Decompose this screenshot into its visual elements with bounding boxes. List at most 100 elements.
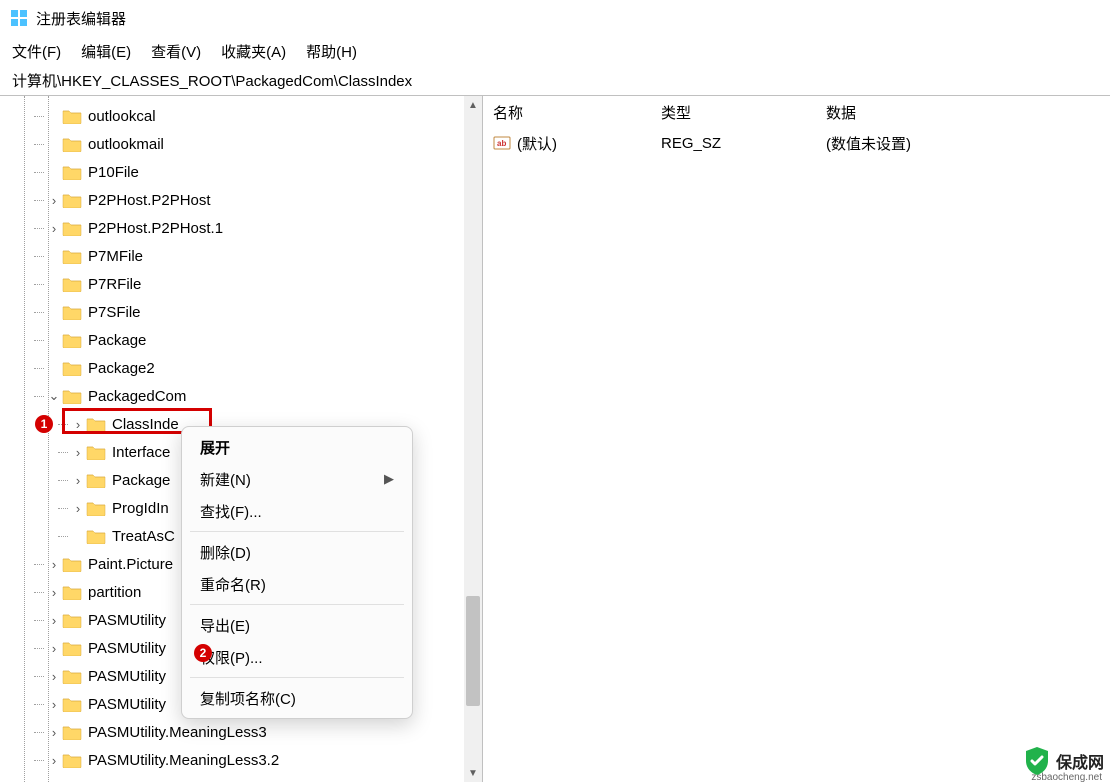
submenu-arrow-icon: ▶ xyxy=(384,471,394,487)
tree-item[interactable]: Package2 xyxy=(0,354,482,382)
tree-item[interactable]: outlookmail xyxy=(0,130,482,158)
watermark-brand: 保成网 xyxy=(1056,749,1104,773)
tree-item-label: Interface xyxy=(112,444,170,461)
tree-item[interactable]: ⌄PackagedCom xyxy=(0,382,482,410)
cm-copy-key-name[interactable]: 复制项名称(C) xyxy=(182,682,412,714)
menu-help[interactable]: 帮助(H) xyxy=(306,41,357,62)
tree-item[interactable]: P10File xyxy=(0,158,482,186)
tree-item-label: P7MFile xyxy=(88,248,143,265)
menu-view[interactable]: 查看(V) xyxy=(151,41,201,62)
cm-separator-2 xyxy=(190,604,404,605)
chevron-right-icon[interactable]: › xyxy=(70,445,86,460)
chevron-right-icon[interactable]: › xyxy=(70,501,86,516)
annotation-badge-2: 2 xyxy=(194,644,212,662)
folder-icon xyxy=(62,612,82,628)
folder-icon xyxy=(62,276,82,292)
tree-item[interactable]: outlookcal xyxy=(0,102,482,130)
tree-item-label: ClassInde xyxy=(112,416,179,433)
col-name[interactable]: 名称 xyxy=(493,102,661,123)
tree-item-label: Package2 xyxy=(88,360,155,377)
tree-item-label: outlookmail xyxy=(88,136,164,153)
cm-permissions[interactable]: 权限(P)... xyxy=(182,641,412,673)
values-pane: 名称 类型 数据 ab (默认) REG_SZ (数值未设置) xyxy=(483,96,1110,782)
content-area: outlookcal outlookmail P10File › P2PHost.P2P… xyxy=(0,96,1110,782)
cm-rename-label: 重命名(R) xyxy=(200,574,266,595)
folder-icon xyxy=(62,668,82,684)
tree-item-label: outlookcal xyxy=(88,108,156,125)
watermark-shield-icon xyxy=(1024,746,1050,776)
chevron-right-icon[interactable]: › xyxy=(46,725,62,740)
tree-item-label: P2PHost.P2PHost xyxy=(88,192,211,209)
tree-item[interactable]: P7RFile xyxy=(0,270,482,298)
cm-separator-1 xyxy=(190,531,404,532)
cm-export[interactable]: 导出(E) xyxy=(182,609,412,641)
chevron-right-icon[interactable]: › xyxy=(46,221,62,236)
folder-icon xyxy=(62,108,82,124)
tree-item[interactable]: P7SFile xyxy=(0,298,482,326)
folder-icon xyxy=(86,528,106,544)
chevron-right-icon[interactable]: › xyxy=(46,669,62,684)
folder-icon xyxy=(62,192,82,208)
cm-new[interactable]: 新建(N) ▶ xyxy=(182,463,412,495)
window-title: 注册表编辑器 xyxy=(36,8,126,29)
scrollbar-thumb[interactable] xyxy=(466,596,480,706)
tree-item[interactable]: P7MFile xyxy=(0,242,482,270)
cm-find[interactable]: 查找(F)... xyxy=(182,495,412,527)
cm-expand[interactable]: 展开 xyxy=(182,431,412,463)
chevron-right-icon[interactable]: › xyxy=(70,473,86,488)
tree-item-label: P2PHost.P2PHost.1 xyxy=(88,220,223,237)
value-type: REG_SZ xyxy=(661,135,826,152)
chevron-right-icon[interactable]: › xyxy=(46,557,62,572)
tree-item-label: PASMUtility.MeaningLess3.2 xyxy=(88,752,279,769)
tree-item-label: PASMUtility xyxy=(88,696,166,713)
menu-file[interactable]: 文件(F) xyxy=(12,41,61,62)
tree-item[interactable]: Package xyxy=(0,326,482,354)
folder-icon xyxy=(62,136,82,152)
col-data[interactable]: 数据 xyxy=(826,102,1110,123)
svg-text:ab: ab xyxy=(497,139,506,148)
folder-icon xyxy=(62,360,82,376)
cm-delete-label: 删除(D) xyxy=(200,542,251,563)
annotation-badge-1: 1 xyxy=(35,415,53,433)
chevron-right-icon[interactable]: › xyxy=(46,641,62,656)
folder-icon xyxy=(62,164,82,180)
cm-delete[interactable]: 删除(D) xyxy=(182,536,412,568)
col-type[interactable]: 类型 xyxy=(661,102,826,123)
tree-item[interactable]: › P2PHost.P2PHost xyxy=(0,186,482,214)
cm-rename[interactable]: 重命名(R) xyxy=(182,568,412,600)
tree-item-label: TreatAsC xyxy=(112,528,175,545)
tree-item[interactable]: › P2PHost.P2PHost.1 xyxy=(0,214,482,242)
tree-item[interactable]: ›PASMUtility.MeaningLess3 xyxy=(0,718,482,746)
addressbar[interactable]: 计算机\HKEY_CLASSES_ROOT\PackagedCom\ClassI… xyxy=(0,66,1110,96)
folder-icon xyxy=(62,556,82,572)
value-row[interactable]: ab (默认) REG_SZ (数值未设置) xyxy=(483,129,1110,157)
chevron-right-icon[interactable]: › xyxy=(46,613,62,628)
folder-icon xyxy=(62,220,82,236)
regedit-icon xyxy=(10,9,28,27)
chevron-right-icon[interactable]: › xyxy=(46,585,62,600)
folder-icon xyxy=(86,416,106,432)
chevron-right-icon[interactable]: › xyxy=(70,417,86,432)
tree-item-label: PASMUtility xyxy=(88,640,166,657)
chevron-down-icon[interactable]: ⌄ xyxy=(46,388,62,404)
folder-icon xyxy=(62,696,82,712)
tree-scrollbar[interactable]: ▲ ▼ xyxy=(464,96,482,782)
menu-edit[interactable]: 编辑(E) xyxy=(81,41,131,62)
cm-separator-3 xyxy=(190,677,404,678)
tree-item-label: P7SFile xyxy=(88,304,141,321)
scroll-up-icon[interactable]: ▲ xyxy=(464,96,482,114)
tree-item-label: P10File xyxy=(88,164,139,181)
folder-icon xyxy=(62,640,82,656)
tree-item-label: P7RFile xyxy=(88,276,141,293)
values-header: 名称 类型 数据 xyxy=(483,102,1110,123)
scroll-down-icon[interactable]: ▼ xyxy=(464,764,482,782)
chevron-right-icon[interactable]: › xyxy=(46,193,62,208)
folder-icon xyxy=(86,444,106,460)
tree-item[interactable]: › PASMUtility.MeaningLess3.2 xyxy=(0,746,482,774)
context-menu: 展开 新建(N) ▶ 查找(F)... 删除(D) 重命名(R) 导出(E) 权… xyxy=(181,426,413,719)
menu-favorites[interactable]: 收藏夹(A) xyxy=(221,41,286,62)
chevron-right-icon[interactable]: › xyxy=(46,753,62,768)
tree-item-label: partition xyxy=(88,584,141,601)
cm-new-label: 新建(N) xyxy=(200,469,251,490)
chevron-right-icon[interactable]: › xyxy=(46,697,62,712)
